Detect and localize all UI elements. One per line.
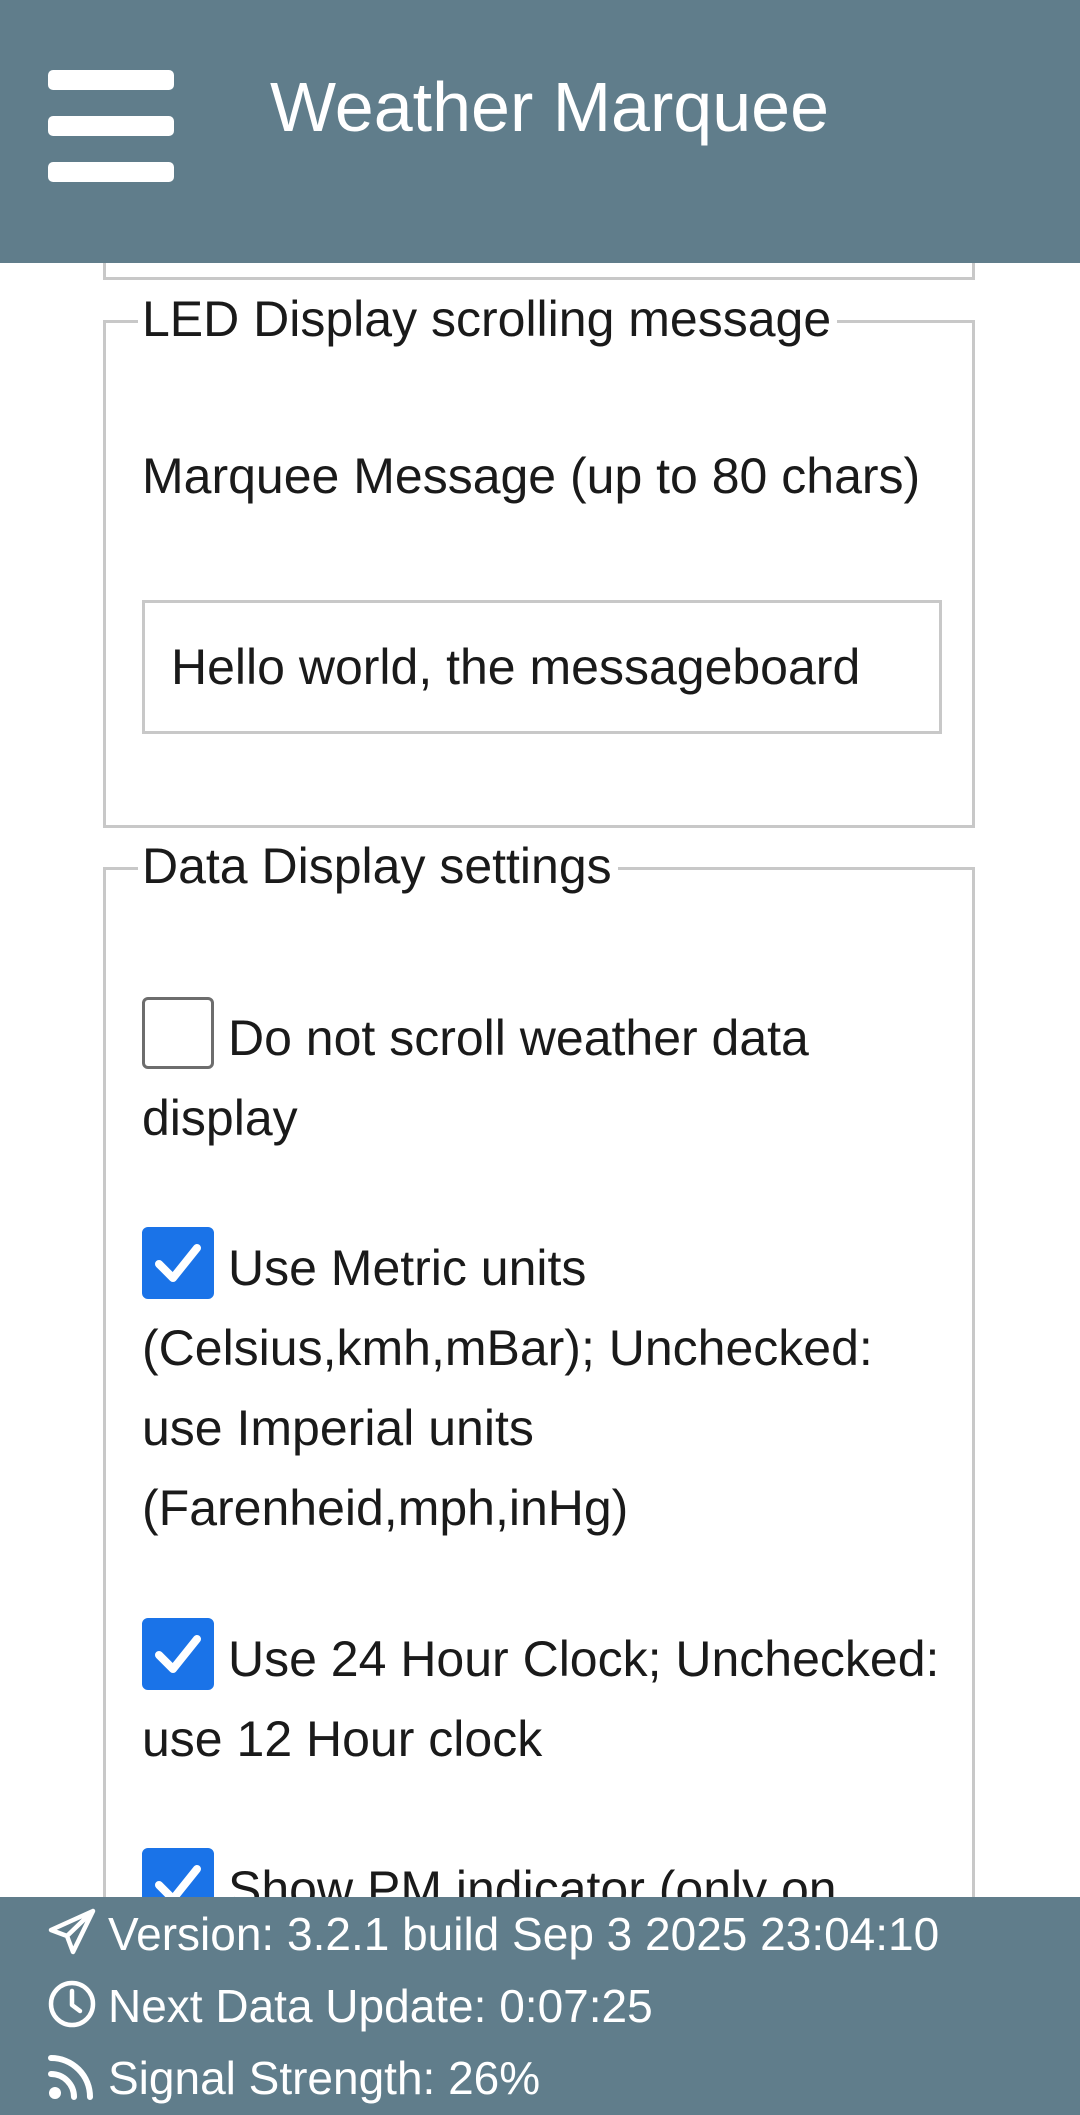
metric-units-checkbox[interactable] xyxy=(142,1227,214,1299)
signal-row: Signal Strength: 26% xyxy=(46,2048,540,2108)
clock-24h-checkbox[interactable] xyxy=(142,1618,214,1690)
option-metric-units[interactable]: Use Metric units (Celsius,kmh,mBar); Unc… xyxy=(142,1227,942,1548)
option-no-scroll[interactable]: Do not scroll weather data display xyxy=(142,997,942,1158)
version-text: Version: 3.2.1 build Sep 3 2025 23:04:10 xyxy=(108,1908,940,1960)
rss-signal-icon xyxy=(48,2055,93,2100)
next-update-text: Next Data Update: 0:07:25 xyxy=(108,1980,653,2032)
clock-icon xyxy=(48,1980,96,2028)
app-title: Weather Marquee xyxy=(270,68,830,146)
status-footer: Version: 3.2.1 build Sep 3 2025 23:04:10… xyxy=(0,1897,1080,2115)
next-update-row: Next Data Update: 0:07:25 xyxy=(46,1976,653,2036)
signal-text: Signal Strength: 26% xyxy=(108,2052,541,2104)
no-scroll-checkbox[interactable] xyxy=(142,997,214,1069)
hamburger-menu-icon[interactable] xyxy=(48,70,174,182)
settings-content[interactable]: LED Display scrolling message Marquee Me… xyxy=(0,0,1080,2115)
page: LED Display scrolling message Marquee Me… xyxy=(0,0,1080,2115)
checkmark-icon xyxy=(155,1635,201,1673)
version-row: Version: 3.2.1 build Sep 3 2025 23:04:10 xyxy=(46,1904,939,1964)
led-display-legend: LED Display scrolling message xyxy=(138,289,838,349)
marquee-message-label: Marquee Message (up to 80 chars) xyxy=(142,448,921,504)
clock-24h-label: Use 24 Hour Clock; Unchecked: use 12 Hou… xyxy=(142,1631,940,1767)
no-scroll-label: Do not scroll weather data display xyxy=(142,1010,809,1146)
paper-plane-icon xyxy=(48,1908,96,1955)
metric-units-label: Use Metric units (Celsius,kmh,mBar); Unc… xyxy=(142,1240,873,1536)
checkmark-icon xyxy=(155,1244,201,1282)
option-24-hour-clock[interactable]: Use 24 Hour Clock; Unchecked: use 12 Hou… xyxy=(142,1618,942,1779)
led-display-fieldset: LED Display scrolling message Marquee Me… xyxy=(103,289,975,828)
app-header: Weather Marquee xyxy=(0,0,1080,263)
data-display-legend: Data Display settings xyxy=(138,836,618,896)
marquee-message-input[interactable] xyxy=(142,600,942,734)
